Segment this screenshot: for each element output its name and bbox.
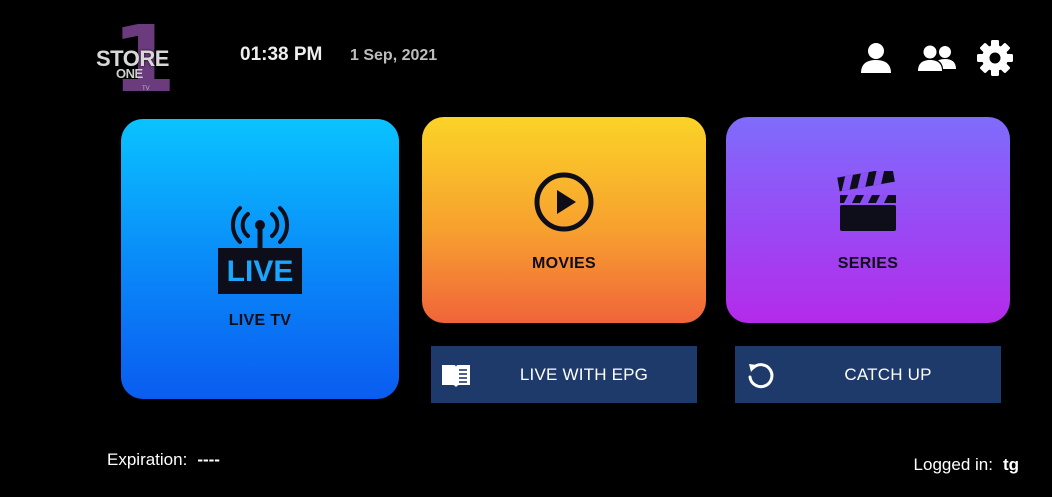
live-with-epg-button[interactable]: LIVE WITH EPG [431, 346, 697, 403]
catch-up-button[interactable]: CATCH UP [735, 346, 1001, 403]
clock-date: 1 Sep, 2021 [350, 47, 438, 64]
user-icon[interactable] [856, 38, 896, 78]
users-icon[interactable] [916, 38, 958, 78]
gear-icon[interactable] [975, 38, 1015, 78]
logo-one-text: ONE [116, 66, 143, 81]
catch-up-label: CATCH UP [844, 364, 932, 384]
live-tv-label: LIVE TV [228, 312, 292, 329]
movies-tile[interactable]: MOVIES [422, 117, 706, 323]
clock-time: 01:38 PM [240, 44, 323, 65]
clapperboard-icon [837, 171, 896, 231]
movies-label: MOVIES [531, 255, 597, 272]
book-icon [442, 365, 470, 387]
live-badge-text: LIVE [227, 255, 294, 288]
expiration-info: Expiration: ---- [107, 450, 220, 470]
logged-in-user: tg [1002, 455, 1019, 474]
login-info: Logged in: tg [914, 455, 1019, 475]
series-label: SERIES [837, 255, 899, 272]
live-broadcast-icon: LIVE [218, 206, 302, 294]
play-circle-icon [534, 172, 594, 232]
expiration-label: Expiration: [107, 450, 188, 469]
logged-in-label: Logged in: [913, 455, 993, 474]
replay-icon [748, 363, 774, 389]
app-logo: 1 STORE ONE TV [92, 14, 182, 106]
logo-tv-text: TV [142, 86, 150, 92]
expiration-value: ---- [197, 450, 220, 469]
live-with-epg-label: LIVE WITH EPG [519, 364, 649, 384]
live-tv-tile[interactable]: LIVE LIVE TV [121, 119, 399, 399]
series-tile[interactable]: SERIES [726, 117, 1010, 323]
